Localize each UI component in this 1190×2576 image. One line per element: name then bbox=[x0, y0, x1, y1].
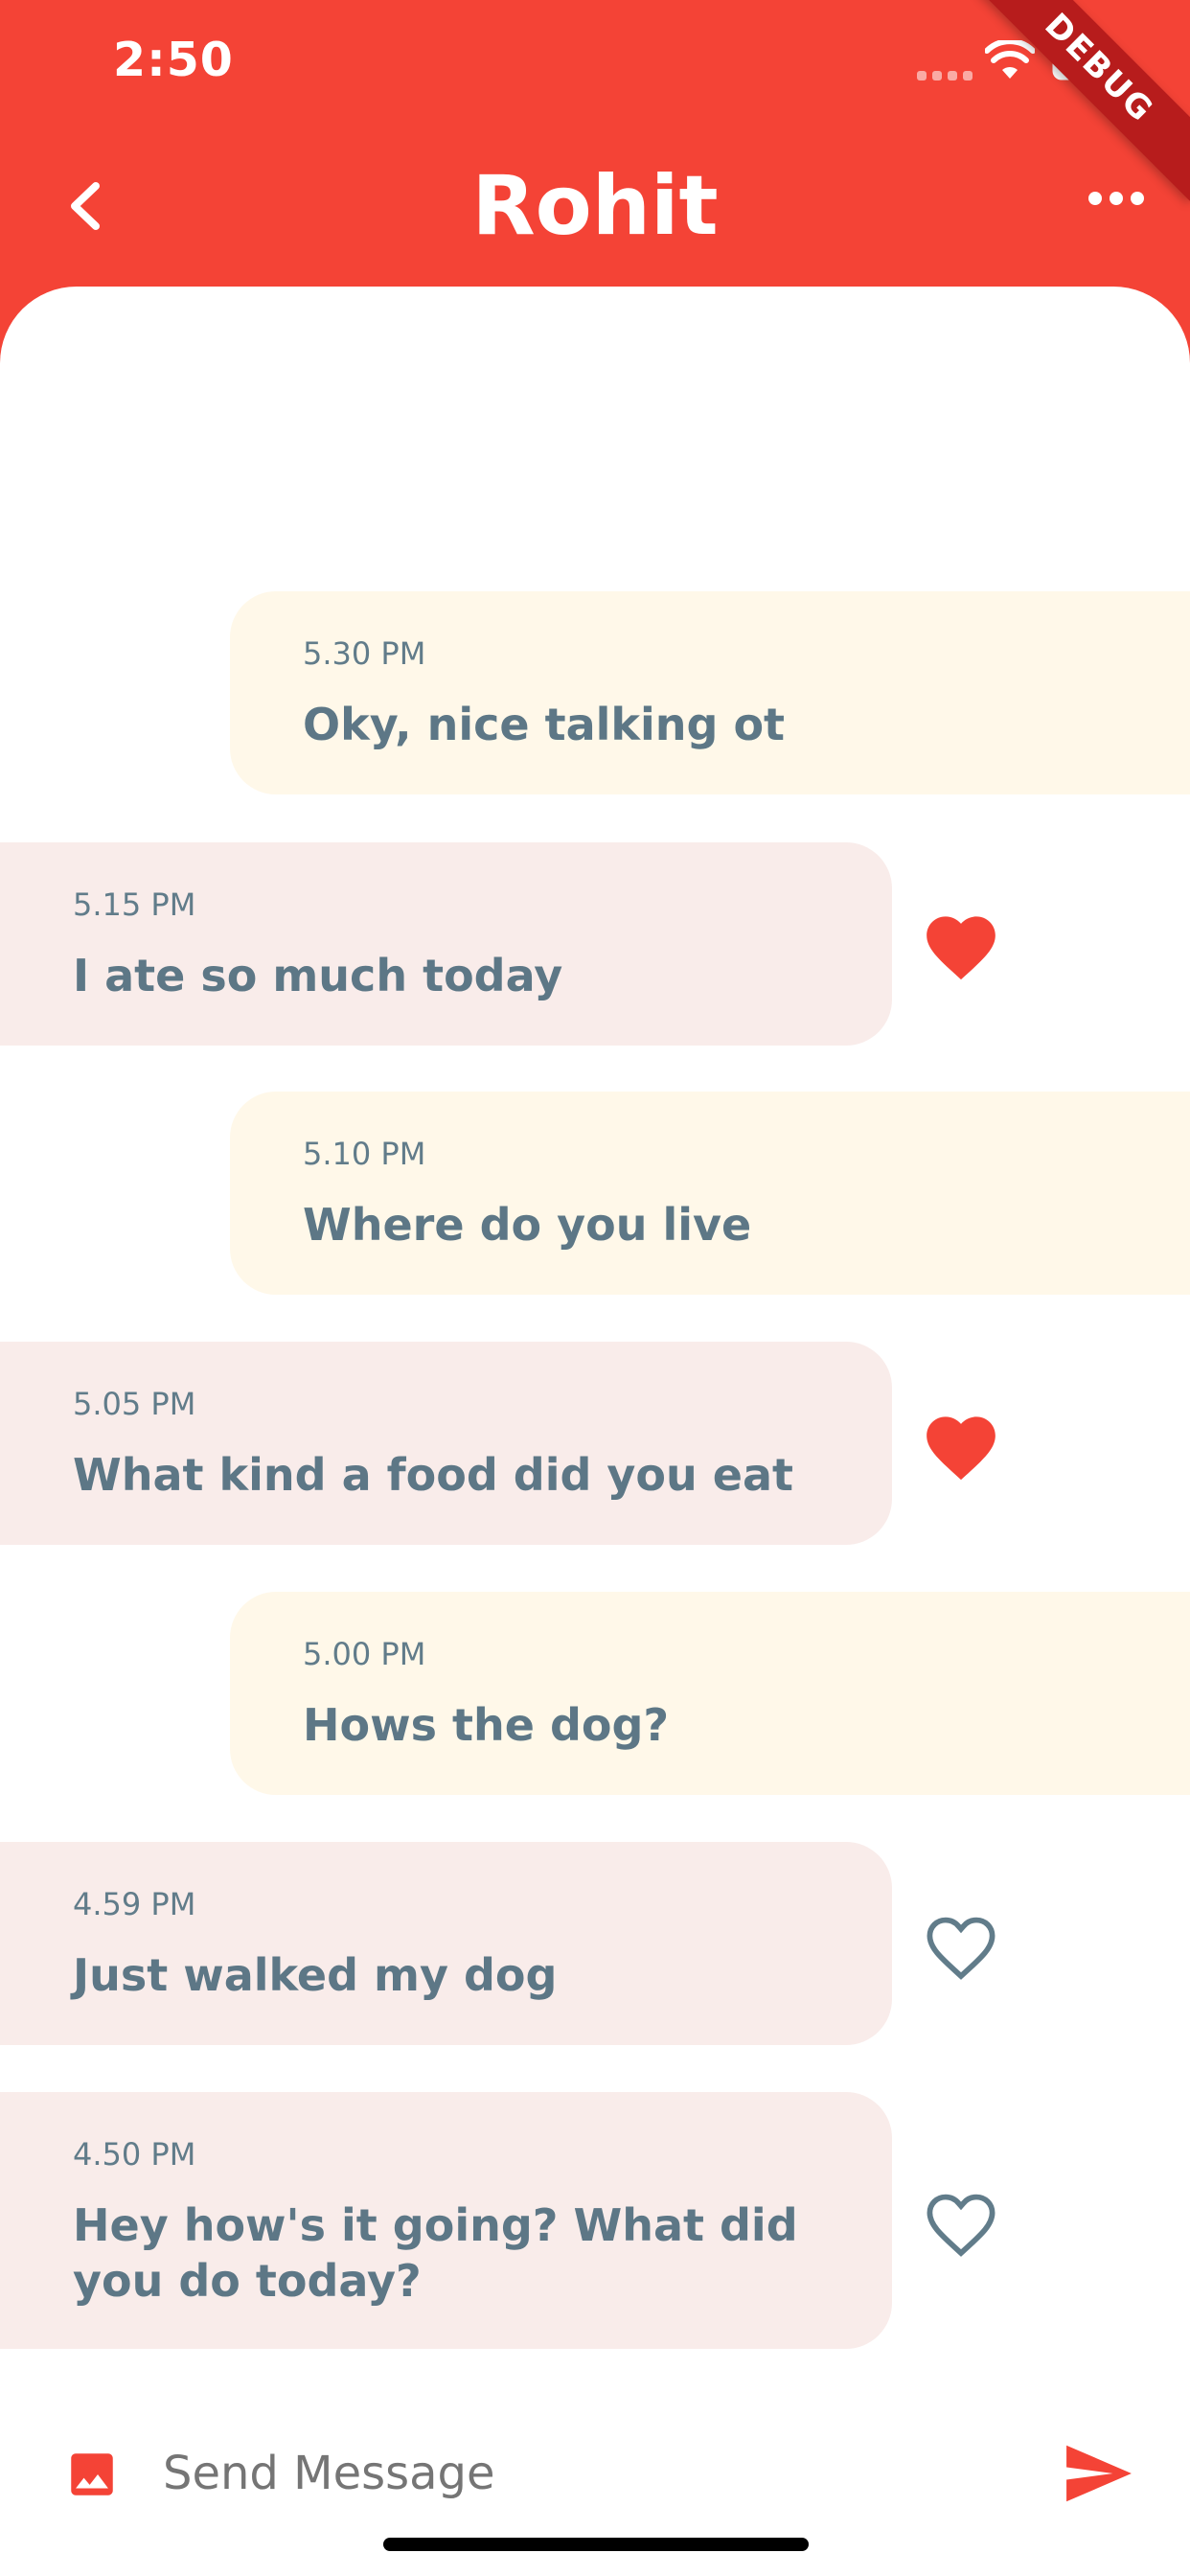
message-time: 5.30 PM bbox=[303, 635, 426, 672]
cellular-signal-icon bbox=[917, 71, 973, 80]
message-time: 4.50 PM bbox=[73, 2136, 196, 2173]
send-icon[interactable] bbox=[1064, 2444, 1134, 2503]
received-message-bubble[interactable]: 5.15 PM I ate so much today bbox=[0, 842, 892, 1046]
more-horizontal-icon bbox=[1088, 192, 1102, 205]
message-text: Where do you live bbox=[303, 1199, 752, 1251]
received-message-bubble[interactable]: 5.05 PM What kind a food did you eat bbox=[0, 1342, 892, 1545]
message-time: 5.10 PM bbox=[303, 1136, 426, 1172]
more-options-button[interactable] bbox=[1088, 192, 1144, 205]
message-input[interactable] bbox=[161, 2439, 1027, 2508]
wifi-icon bbox=[985, 40, 1035, 79]
message-time: 5.15 PM bbox=[73, 886, 196, 923]
received-message-bubble[interactable]: 4.59 PM Just walked my dog bbox=[0, 1842, 892, 2045]
status-time: 2:50 bbox=[113, 33, 234, 87]
sent-message-bubble[interactable]: 5.10 PM Where do you live bbox=[230, 1092, 1190, 1295]
message-text: What kind a food did you eat bbox=[73, 1449, 794, 1501]
heart-filled-icon[interactable] bbox=[920, 906, 1002, 982]
message-time: 5.00 PM bbox=[303, 1636, 426, 1672]
heart-filled-icon[interactable] bbox=[920, 1406, 1002, 1483]
heart-outline-icon[interactable] bbox=[920, 2183, 1002, 2260]
received-message-bubble[interactable]: 4.50 PM Hey how's it going? What did you… bbox=[0, 2092, 892, 2349]
message-text: Hows the dog? bbox=[303, 1699, 670, 1751]
heart-outline-icon[interactable] bbox=[920, 1906, 1002, 1983]
message-text: Oky, nice talking ot bbox=[303, 699, 786, 750]
image-icon[interactable] bbox=[64, 2447, 120, 2502]
message-time: 4.59 PM bbox=[73, 1886, 196, 1922]
sent-message-bubble[interactable]: 5.30 PM Oky, nice talking ot bbox=[230, 591, 1190, 794]
page-title: Rohit bbox=[471, 158, 719, 254]
message-time: 5.05 PM bbox=[73, 1386, 196, 1422]
message-list[interactable]: 5.30 PM Oky, nice talking ot 5.15 PM I a… bbox=[0, 287, 1190, 2576]
message-text: I ate so much today bbox=[73, 950, 563, 1001]
sent-message-bubble[interactable]: 5.00 PM Hows the dog? bbox=[230, 1592, 1190, 1795]
message-text: Hey how's it going? What did you do toda… bbox=[73, 2199, 798, 2307]
home-indicator bbox=[383, 2538, 809, 2551]
message-text: Just walked my dog bbox=[73, 1949, 558, 2001]
chat-screen: 2:50 DEBUG Rohit 5.30 PM Oky, nice talki… bbox=[0, 0, 1190, 2576]
